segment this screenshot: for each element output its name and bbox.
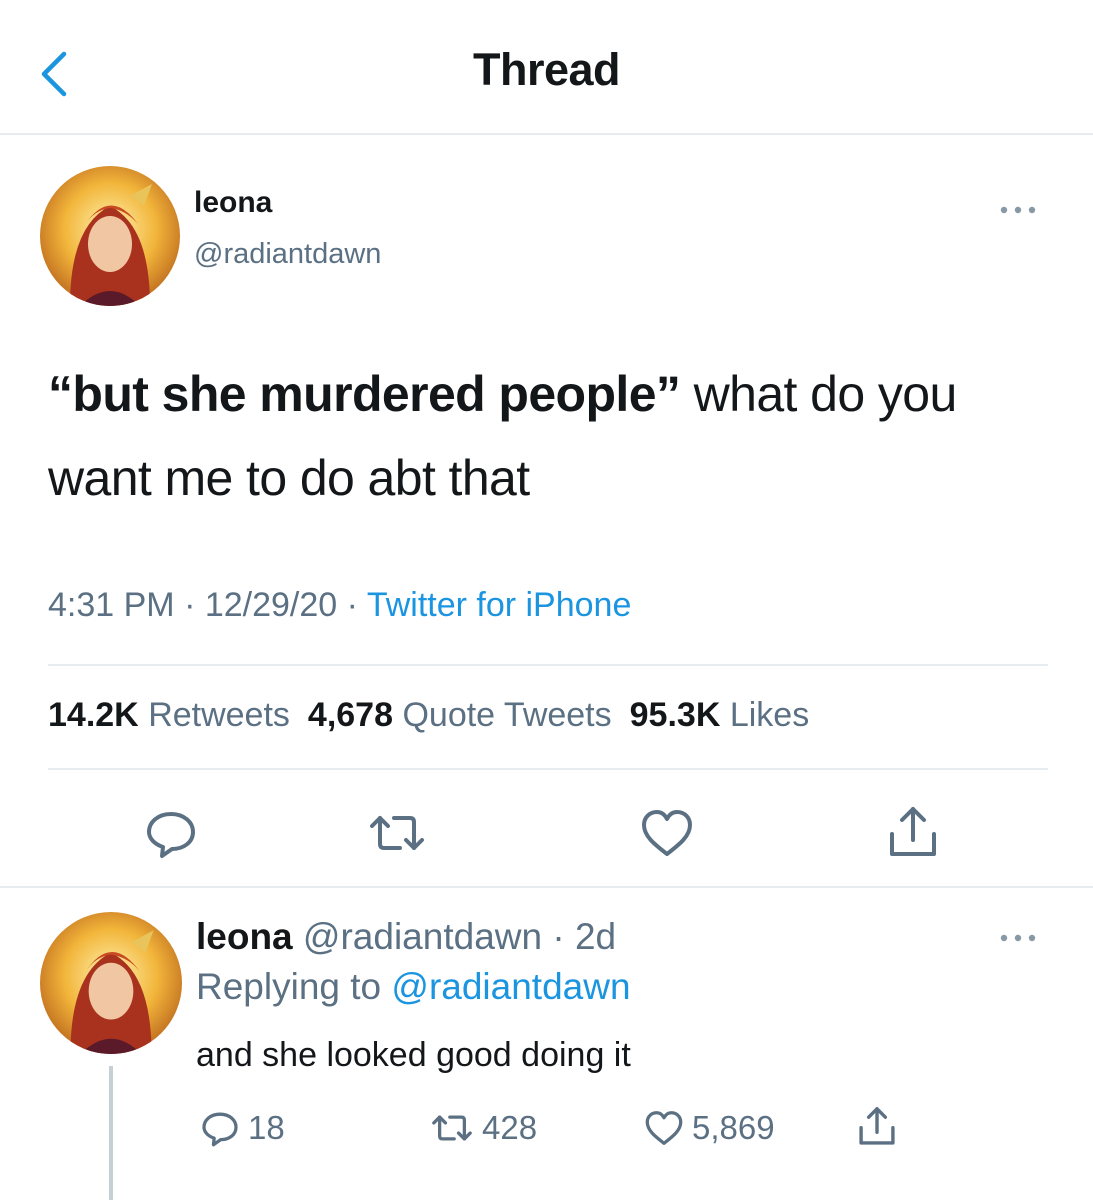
- meta-separator: ·: [174, 586, 205, 624]
- reply-header: leona @radiantdawn · 2d: [196, 916, 616, 958]
- reply-more-button[interactable]: [996, 928, 1040, 953]
- reply-retweet-button[interactable]: 428: [426, 1104, 537, 1152]
- quote-open: “: [48, 366, 73, 422]
- reply-author-handle[interactable]: @radiantdawn: [303, 916, 542, 957]
- like-count: 5,869: [692, 1109, 775, 1146]
- likes-label: Likes: [729, 696, 810, 734]
- stats-divider: [48, 768, 1048, 770]
- reply-button[interactable]: [138, 800, 204, 866]
- tweet-divider: [0, 886, 1093, 888]
- tweet-text: “but she murdered people” what do you wa…: [48, 352, 1048, 520]
- quotes-stat[interactable]: 4,678 Quote Tweets: [308, 696, 612, 734]
- comment-icon: [147, 812, 195, 858]
- likes-count: 95.3K: [629, 696, 721, 734]
- retweets-count: 14.2K: [48, 696, 139, 734]
- retweet-icon: [432, 1115, 472, 1141]
- reply-reply-button[interactable]: 18: [196, 1104, 285, 1152]
- reply-like-button[interactable]: 5,869: [640, 1104, 775, 1152]
- quote-close: ”: [655, 366, 681, 422]
- more-horizontal-icon: [1000, 934, 1036, 942]
- heart-icon: [642, 810, 692, 856]
- retweet-button[interactable]: [364, 800, 430, 866]
- author-name[interactable]: leona: [194, 186, 272, 220]
- tweet-source-link[interactable]: Twitter for iPhone: [367, 586, 632, 624]
- replying-prefix: Replying to: [196, 966, 392, 1007]
- meta-separator: ·: [337, 586, 367, 624]
- comment-icon: [202, 1112, 238, 1147]
- reply-text: and she looked good doing it: [196, 1036, 631, 1074]
- reply-count: 18: [248, 1109, 285, 1146]
- reply-age: · 2d: [542, 916, 617, 957]
- replying-handle-link[interactable]: @radiantdawn: [391, 966, 630, 1007]
- page-title: Thread: [472, 44, 621, 95]
- share-icon: [890, 807, 936, 856]
- avatar[interactable]: [40, 166, 180, 306]
- header-divider: [0, 133, 1093, 135]
- retweets-label: Retweets: [148, 696, 290, 734]
- quotes-label: Quote Tweets: [402, 696, 612, 734]
- replying-to: Replying to @radiantdawn: [196, 966, 631, 1008]
- tweet-stats: 14.2K Retweets 4,678 Quote Tweets 95.3K Li…: [48, 696, 809, 735]
- heart-icon: [645, 1111, 683, 1145]
- likes-stat[interactable]: 95.3K Likes: [630, 696, 810, 734]
- like-button[interactable]: [634, 800, 700, 866]
- reply-avatar[interactable]: [40, 912, 182, 1054]
- meta-divider: [48, 664, 1048, 666]
- tweet-text-bold: but she murdered people: [72, 366, 656, 422]
- tweet-date: 12/29/20: [204, 586, 338, 624]
- retweet-count: 428: [482, 1109, 538, 1146]
- reply-share-button[interactable]: [852, 1102, 906, 1152]
- retweet-icon: [370, 816, 424, 850]
- more-horizontal-icon: [1000, 206, 1036, 214]
- retweets-stat[interactable]: 14.2K Retweets: [48, 696, 290, 734]
- share-button[interactable]: [880, 800, 946, 866]
- reply-author-name[interactable]: leona: [196, 916, 293, 957]
- tweet-time: 4:31 PM: [48, 586, 175, 624]
- quotes-count: 4,678: [307, 696, 394, 734]
- more-button[interactable]: [996, 200, 1040, 225]
- tweet-meta: 4:31 PM · 12/29/20 · Twitter for iPhone: [48, 586, 631, 625]
- author-handle[interactable]: @radiantdawn: [194, 238, 381, 271]
- share-icon: [859, 1107, 895, 1145]
- thread-connector-line: [109, 1066, 113, 1200]
